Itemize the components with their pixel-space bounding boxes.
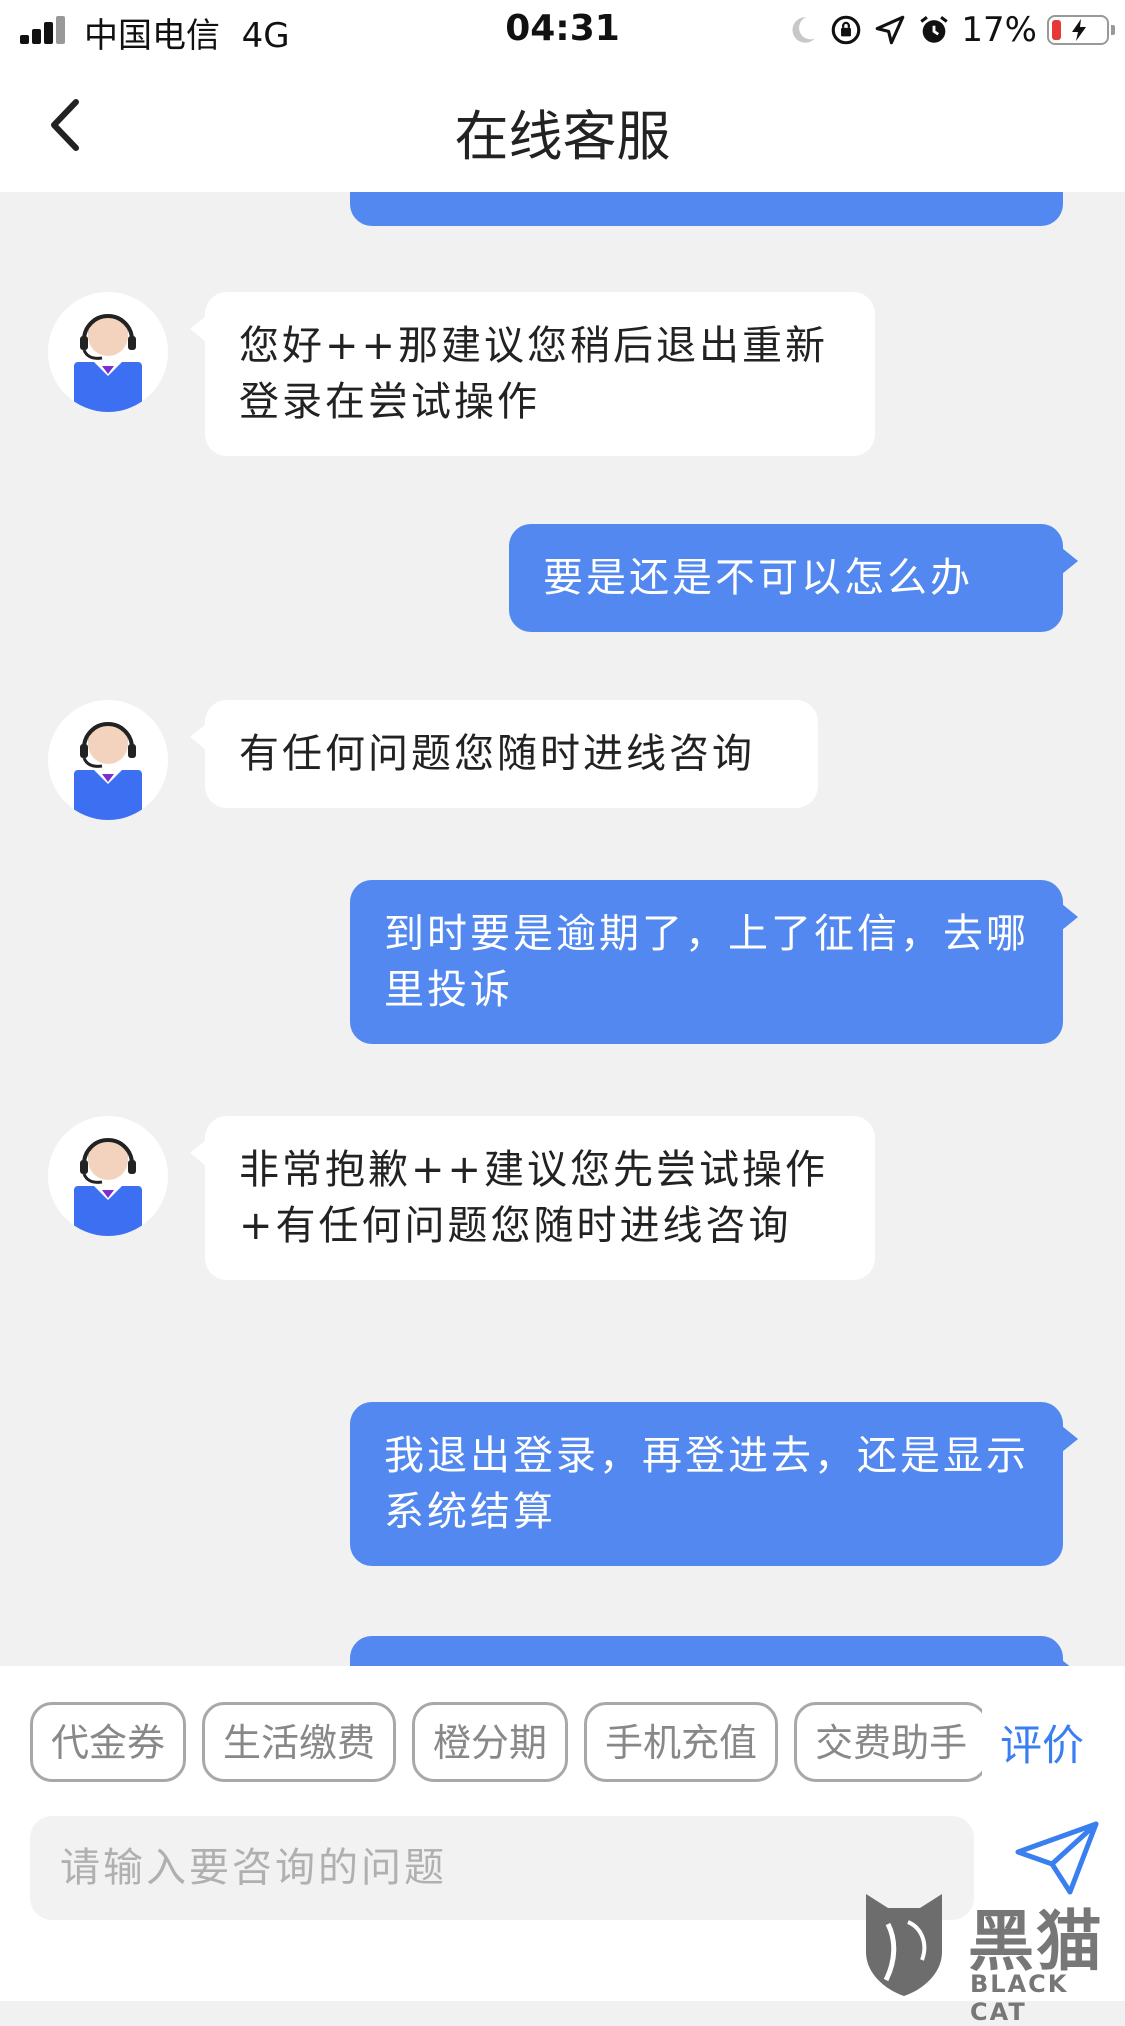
page-title: 在线客服 xyxy=(454,105,671,168)
battery-percent: 17% xyxy=(961,10,1037,50)
user-message-bubble[interactable]: 要是还是不可以怎么办 xyxy=(509,524,1078,632)
agent-message-bubble: 有任何问题您随时进线咨询 xyxy=(190,700,818,808)
agent-avatar-icon xyxy=(74,1138,142,1236)
watermark-text-en: BLACK CAT xyxy=(970,1970,1069,2026)
agent-message-bubble: 非常抱歉++建议您先尝试操作+有任何问题您随时进线咨询 xyxy=(190,1116,875,1280)
agent-avatar xyxy=(48,700,168,820)
chat-area[interactable]: 您好++那建议您稍后退出重新登录在尝试操作 要是还是不可以怎么办 有任何问题您随… xyxy=(0,192,1125,1666)
watermark: 黑猫 BLACK CAT xyxy=(858,1884,1125,2026)
status-bar: 中国电信 4G 04:31 17% xyxy=(0,0,1125,62)
quick-action-payment-helper[interactable]: 交费助手 xyxy=(794,1702,982,1782)
agent-avatar xyxy=(48,292,168,412)
agent-avatar-icon xyxy=(74,314,142,412)
black-cat-logo-icon xyxy=(866,1894,942,1996)
agent-avatar xyxy=(48,1116,168,1236)
user-message-bubble[interactable] xyxy=(350,1636,1078,1666)
user-message-bubble[interactable]: 到时要是逾期了，上了征信，去哪里投诉 xyxy=(350,880,1078,1044)
quick-action-phone-topup[interactable]: 手机充值 xyxy=(584,1702,779,1782)
nav-bar: 在线客服 xyxy=(0,62,1125,192)
rotation-lock-icon xyxy=(832,15,861,45)
quick-action-bar: 代金券 生活缴费 橙分期 手机充值 交费助手 xyxy=(30,1702,982,1786)
quick-action-installment[interactable]: 橙分期 xyxy=(412,1702,569,1782)
message-input[interactable] xyxy=(30,1816,974,1920)
user-message-bubble[interactable]: 我退出登录，再登进去，还是显示系统结算 xyxy=(350,1402,1078,1566)
battery-icon xyxy=(1047,15,1115,45)
quick-action-utility-payment[interactable]: 生活缴费 xyxy=(202,1702,397,1782)
user-message-bubble[interactable] xyxy=(350,192,1063,226)
rate-button[interactable]: 评价 xyxy=(1000,1712,1084,1773)
battery-level xyxy=(1052,20,1061,40)
agent-message-bubble: 您好++那建议您稍后退出重新登录在尝试操作 xyxy=(190,292,875,456)
moon-icon xyxy=(792,17,816,43)
quick-action-voucher[interactable]: 代金券 xyxy=(30,1702,187,1782)
alarm-icon xyxy=(920,16,949,43)
location-icon xyxy=(876,15,905,45)
agent-avatar-icon xyxy=(74,722,142,820)
